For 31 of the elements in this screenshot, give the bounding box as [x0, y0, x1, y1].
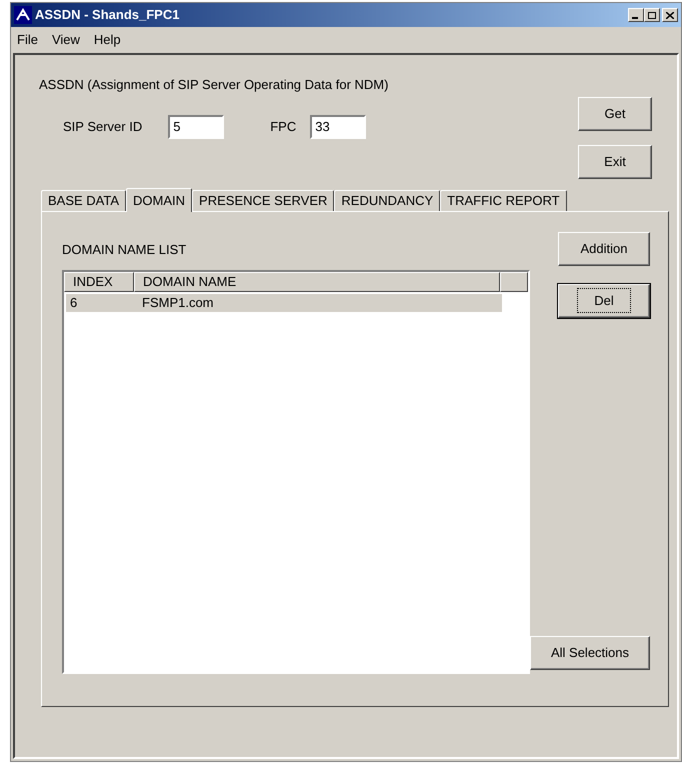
- heading: ASSDN (Assignment of SIP Server Operating Data for NDM): [39, 76, 390, 94]
- button[interactable]: Addition: [558, 232, 650, 266]
- button[interactable]: Exit: [578, 145, 652, 179]
- field-label: SIP Server ID: [63, 118, 142, 136]
- table-cell-text: 6: [69, 294, 78, 312]
- maximize-button[interactable]: [644, 8, 660, 22]
- maximize-icon: [648, 12, 656, 18]
- window-title: ASSDN - Shands_FPC1: [35, 6, 180, 24]
- menu-item[interactable]: File: [17, 30, 38, 50]
- table-row[interactable]: 6 FSMP1.com: [66, 294, 502, 312]
- text-field[interactable]: 5: [168, 114, 224, 138]
- button[interactable]: All Selections: [530, 636, 650, 670]
- text-field[interactable]: 33: [310, 114, 366, 138]
- minimize-button[interactable]: [628, 8, 644, 22]
- menu-item[interactable]: View: [52, 30, 80, 50]
- button[interactable]: Get: [578, 97, 652, 131]
- list-title: DOMAIN NAME LIST: [62, 241, 188, 259]
- tab[interactable]: PRESENCE SERVER: [192, 190, 334, 211]
- tab[interactable]: REDUNDANCY: [334, 190, 440, 211]
- field-label: FPC: [270, 118, 296, 136]
- table-cell-text: FSMP1.com: [141, 294, 215, 312]
- menu-item[interactable]: Help: [94, 30, 121, 50]
- default-button[interactable]: Del: [558, 284, 650, 318]
- tab[interactable]: TRAFFIC REPORT: [440, 190, 567, 211]
- close-icon: [666, 12, 674, 18]
- app-icon: [14, 6, 32, 24]
- tab[interactable]: BASE DATA: [41, 190, 126, 211]
- column-header[interactable]: INDEX: [64, 272, 134, 292]
- column-header[interactable]: DOMAIN NAME: [134, 272, 500, 292]
- tab[interactable]: DOMAIN: [126, 188, 192, 212]
- close-button[interactable]: [662, 8, 678, 22]
